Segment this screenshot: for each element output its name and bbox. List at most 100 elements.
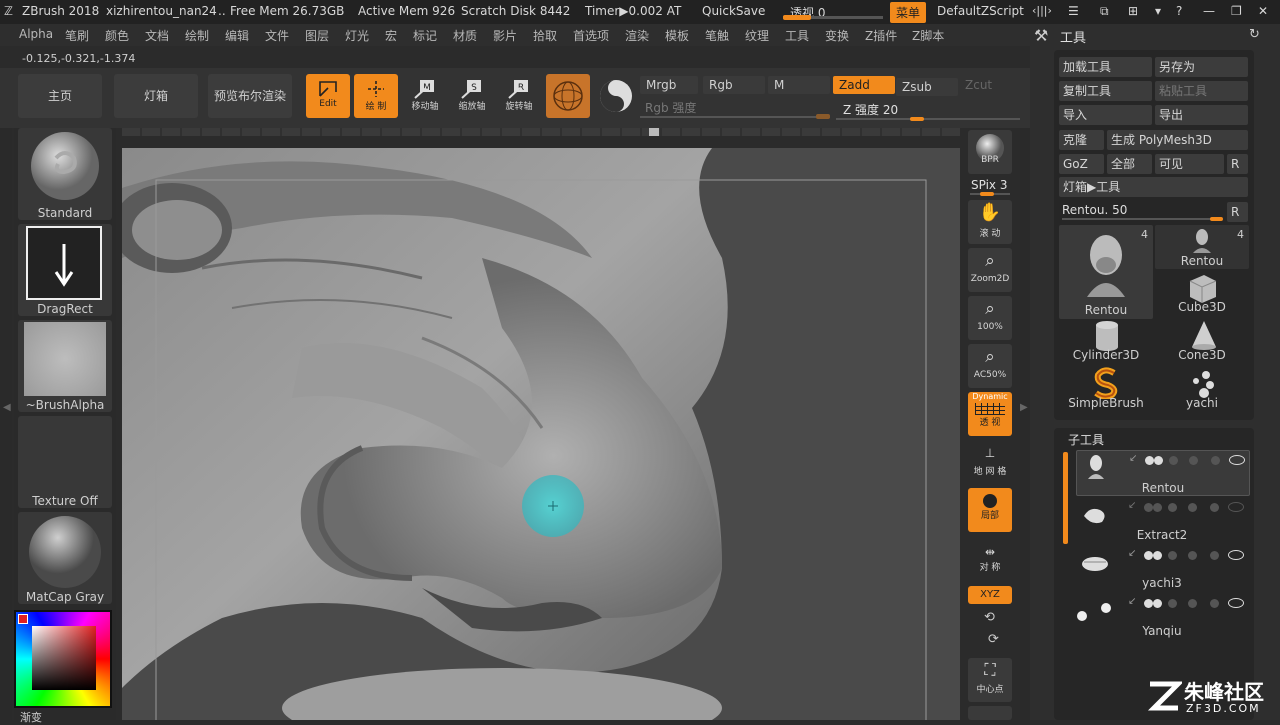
rentou-slider-handle[interactable] (1210, 217, 1223, 221)
material-sphere-button[interactable] (546, 74, 590, 118)
menu-zplugin[interactable]: Z插件 (865, 27, 897, 44)
visibility-eye-icon[interactable] (1229, 455, 1245, 465)
rotate-button[interactable]: R 旋转轴 (498, 74, 540, 116)
polypaint-dot-icon[interactable] (1144, 551, 1153, 560)
visibility-eye-icon[interactable] (1228, 550, 1244, 560)
local-button[interactable]: 局部 (968, 488, 1012, 532)
import-button[interactable]: 导入 (1059, 105, 1152, 125)
menu-layer[interactable]: 图层 (305, 27, 329, 44)
visibility-eye-icon[interactable] (1228, 502, 1244, 512)
menu-light[interactable]: 灯光 (345, 27, 369, 44)
mode-dot-icon[interactable] (1168, 503, 1177, 512)
zsub-button[interactable]: Zsub (896, 78, 958, 96)
quicksave-button[interactable]: QuickSave (702, 4, 765, 18)
mrgb-button[interactable]: Mrgb (640, 76, 698, 94)
center-button[interactable]: ⛶ 中心点 (968, 658, 1012, 702)
perspective-button[interactable]: Dynamic 透 视 (968, 392, 1012, 436)
symmetry-button[interactable]: ⇹ 对 称 (968, 544, 1012, 578)
z-intensity-slider[interactable] (836, 118, 1020, 120)
menu-brush[interactable]: 笔刷 (65, 27, 89, 44)
xyz-button[interactable]: XYZ (968, 586, 1012, 604)
antialiased-half-button[interactable]: ⌕ AC50% (968, 344, 1012, 388)
menu-preferences[interactable]: 首选项 (573, 27, 609, 44)
rotate-z-icon[interactable]: ⟳ (988, 632, 999, 647)
copy-tool-button[interactable]: 复制工具 (1059, 81, 1152, 101)
mode-dot-icon[interactable] (1168, 599, 1177, 608)
right-tray[interactable] (1020, 128, 1030, 720)
mode-dot-icon[interactable] (1211, 456, 1220, 465)
default-zscript[interactable]: DefaultZScript (937, 4, 1024, 18)
close-icon[interactable]: ✕ (1258, 4, 1268, 18)
rgb-intensity-slider[interactable] (640, 116, 830, 118)
top-scroll-handle[interactable] (649, 128, 659, 136)
polypaint-dot-icon[interactable] (1153, 551, 1162, 560)
menu-macro[interactable]: 宏 (385, 27, 397, 44)
material-thumbnail[interactable]: MatCap Gray (18, 512, 112, 604)
lightbox-tool-button[interactable]: 灯箱▶工具 (1059, 177, 1248, 197)
polypaint-dot-icon[interactable] (1153, 503, 1162, 512)
minimize-icon[interactable]: — (1203, 4, 1215, 18)
menu-transform[interactable]: 变换 (825, 27, 849, 44)
tool-item-rentou-small[interactable]: 4 Rentou (1155, 225, 1249, 269)
visibility-eye-icon[interactable] (1228, 598, 1244, 608)
goz-visible-button[interactable]: 可见 (1155, 154, 1224, 174)
menu-movie[interactable]: 影片 (493, 27, 517, 44)
polypaint-dot-icon[interactable] (1144, 503, 1153, 512)
floor-button[interactable]: ⊥ 地 网 格 (968, 442, 1012, 482)
menu-color[interactable]: 颜色 (105, 27, 129, 44)
menu-zscript[interactable]: Z脚本 (912, 27, 944, 44)
dropdown-icon[interactable]: ▾ (1155, 4, 1161, 18)
alpha-thumbnail[interactable]: ~BrushAlpha (18, 320, 112, 412)
menu-picker[interactable]: 拾取 (533, 27, 557, 44)
menu-draw[interactable]: 绘制 (185, 27, 209, 44)
mode-dot-icon[interactable] (1210, 551, 1219, 560)
bpr-button[interactable]: BPR (968, 130, 1012, 174)
rgb-button[interactable]: Rgb (703, 76, 765, 94)
tool-panel-title[interactable]: 工具 (1060, 27, 1086, 46)
goz-all-button[interactable]: 全部 (1107, 154, 1152, 174)
menu-document[interactable]: 文档 (145, 27, 169, 44)
home-button[interactable]: 主页 (18, 74, 102, 118)
texture-thumbnail[interactable]: Texture Off (18, 416, 112, 508)
rotate-y-icon[interactable]: ⟲ (984, 610, 995, 625)
color-picker-square[interactable] (32, 626, 96, 690)
mode-dot-icon[interactable] (1188, 551, 1197, 560)
subtool-item-extract2[interactable]: ↙ Extract2 (1076, 498, 1248, 542)
rentou-r-button[interactable]: R (1227, 202, 1248, 222)
tool-item-cube3d[interactable]: Cube3D (1155, 271, 1249, 317)
tool-item-yachi[interactable]: yachi (1155, 367, 1249, 413)
window-restore-icon[interactable]: ⧉ (1100, 4, 1109, 19)
draw-button[interactable]: 绘 制 (354, 74, 398, 118)
actual-size-button[interactable]: ⌕ 100% (968, 296, 1012, 340)
goz-button[interactable]: GoZ (1059, 154, 1104, 174)
menu-stroke[interactable]: 笔触 (705, 27, 729, 44)
save-as-button[interactable]: 另存为 (1155, 57, 1248, 77)
rentou-slider[interactable] (1062, 218, 1222, 220)
make-polymesh-button[interactable]: 生成 PolyMesh3D (1107, 130, 1248, 150)
help-icon[interactable]: ? (1176, 4, 1182, 18)
stroke-thumbnail[interactable]: DragRect (18, 224, 112, 316)
m-button[interactable]: M (768, 76, 830, 94)
brush-thumbnail[interactable]: Standard (18, 128, 112, 220)
menu-icon[interactable]: ☰ (1068, 4, 1079, 18)
mode-dot-icon[interactable] (1210, 503, 1219, 512)
subtool-title[interactable]: 子工具 (1068, 431, 1104, 448)
left-tray[interactable] (0, 128, 12, 720)
menu-stencil[interactable]: 模板 (665, 27, 689, 44)
goz-r-button[interactable]: R (1227, 154, 1248, 174)
preview-boolean-render-button[interactable]: 预览布尔渲染 (208, 74, 292, 118)
subtool-scrollbar[interactable] (1063, 452, 1068, 544)
refresh-icon[interactable]: ↻ (1249, 27, 1260, 42)
mode-dot-icon[interactable] (1210, 599, 1219, 608)
scale-button[interactable]: S 缩放轴 (451, 74, 493, 116)
polypaint-dot-icon[interactable] (1153, 599, 1162, 608)
lightbox-button[interactable]: 灯箱 (114, 74, 198, 118)
mode-dot-icon[interactable] (1188, 503, 1197, 512)
canvas-viewport[interactable] (122, 148, 960, 720)
right-tray-arrow-icon[interactable]: ▶ (1020, 402, 1028, 413)
spix-slider-handle[interactable] (980, 192, 994, 196)
z-intensity-handle[interactable] (910, 117, 924, 121)
mode-dot-icon[interactable] (1189, 456, 1198, 465)
subtool-item-rentou[interactable]: ↙ Rentou (1076, 450, 1250, 496)
color-picker[interactable] (14, 610, 112, 708)
